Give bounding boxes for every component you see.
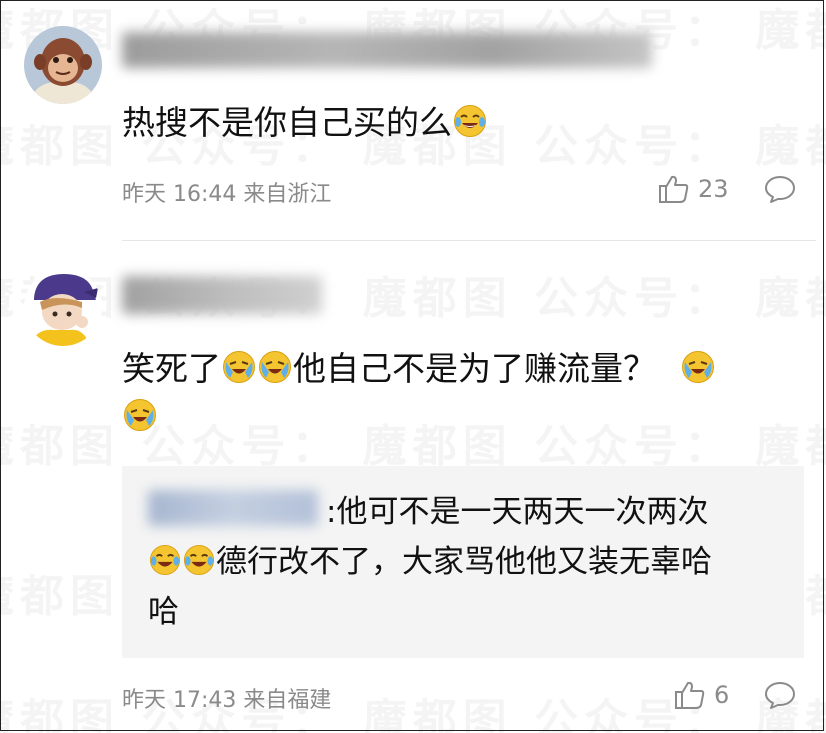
comment-text: 笑死了 他自己不是为了赚流量？ xyxy=(122,346,716,392)
reply-text: :他可不是一天两天一次两次 xyxy=(326,494,709,530)
laughing-tears-icon xyxy=(454,105,486,137)
thumbs-up-icon xyxy=(675,681,705,709)
comment-divider xyxy=(122,240,816,241)
like-button[interactable]: 23 xyxy=(658,174,729,204)
reply-button[interactable] xyxy=(764,680,796,710)
crying-laughing-icon xyxy=(259,351,291,383)
comment-text: 热搜不是你自己买的么 xyxy=(122,100,488,146)
reply-text: 哈 xyxy=(148,594,179,630)
reply-body: 德行改不了，大家骂他他又装无辜哈 xyxy=(216,544,712,580)
comment-timestamp: 昨天 16:44 来自浙江 xyxy=(122,182,332,207)
avatar-anime-boy-icon xyxy=(24,268,102,346)
comment-body: 他自己不是为了赚流量？ xyxy=(293,349,656,388)
like-count: 23 xyxy=(698,175,729,203)
comment-timestamp: 昨天 17:43 来自福建 xyxy=(122,688,332,713)
reply-username-blurred[interactable] xyxy=(148,490,318,526)
crying-laughing-icon xyxy=(681,351,714,383)
username-blurred[interactable] xyxy=(122,32,652,68)
reply-text: 德行改不了，大家骂他他又装无辜哈 xyxy=(148,540,712,584)
laughing-tears-icon xyxy=(149,544,181,576)
like-button[interactable]: 6 xyxy=(674,680,729,710)
comment-bubble-icon xyxy=(765,682,795,709)
reply-button[interactable] xyxy=(764,174,796,204)
crying-laughing-icon xyxy=(223,351,255,383)
laughing-tears-icon xyxy=(183,544,215,576)
like-count: 6 xyxy=(714,681,730,709)
crying-laughing-icon xyxy=(124,399,156,431)
avatar[interactable] xyxy=(24,26,102,104)
comment-text-wrap xyxy=(122,394,158,440)
username-blurred[interactable] xyxy=(122,276,322,314)
comment-body: 热搜不是你自己买的么 xyxy=(122,103,452,142)
comment-bubble-icon xyxy=(765,176,795,203)
comment-body: 笑死了 xyxy=(122,349,221,388)
thumbs-up-icon xyxy=(659,175,689,203)
avatar[interactable] xyxy=(24,268,102,346)
avatar-monkey-icon xyxy=(24,26,102,104)
